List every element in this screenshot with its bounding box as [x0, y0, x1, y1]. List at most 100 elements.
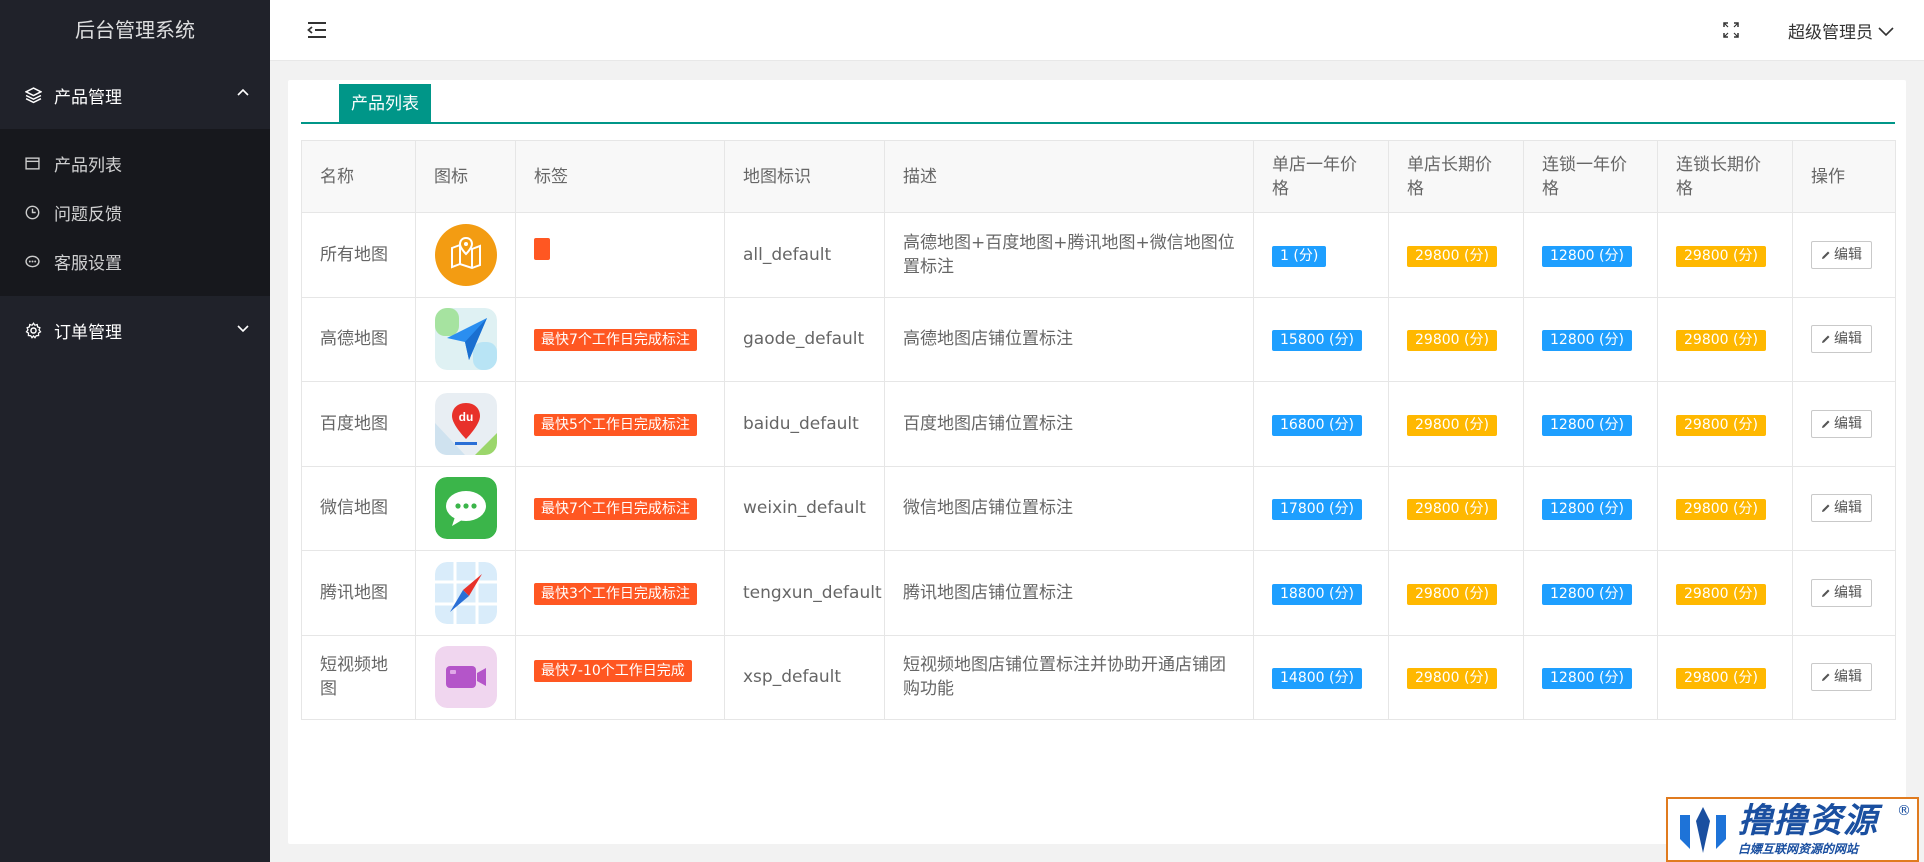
price-badge: 18800 (分) — [1272, 583, 1362, 605]
tag-label: 最快7个工作日完成标注 — [534, 329, 697, 352]
description: 微信地图店铺位置标注 — [884, 465, 1254, 551]
tag-label: 最快3个工作日完成标注 — [534, 582, 697, 605]
edit-button[interactable]: 编辑 — [1811, 663, 1872, 692]
video-icon — [434, 646, 497, 709]
description: 百度地图店铺位置标注 — [884, 381, 1254, 467]
menu-product-management[interactable]: 产品管理 — [0, 61, 270, 129]
price-badge: 17800 (分) — [1272, 499, 1362, 521]
table-row: 百度地图 du 最快5个工作日完成标注 baidu_default 百度地图店铺… — [301, 381, 1896, 467]
map-key: baidu_default — [724, 381, 885, 467]
sidebar-item-product-list[interactable]: 产品列表 — [0, 139, 270, 188]
sidebar-item-label: 客服设置 — [54, 254, 122, 274]
description: 腾讯地图店铺位置标注 — [884, 550, 1254, 636]
sidebar-item-feedback[interactable]: 问题反馈 — [0, 188, 270, 237]
price-badge: 12800 (分) — [1542, 583, 1632, 605]
price-badge: 29800 (分) — [1676, 414, 1766, 436]
edit-button[interactable]: 编辑 — [1811, 409, 1872, 438]
menu-order-management[interactable]: 订单管理 — [0, 296, 270, 364]
edit-label: 编辑 — [1834, 246, 1862, 263]
table-row: 高德地图 最快7个工作日完成标注 gaode_default 高德地图店铺位置标… — [301, 296, 1896, 382]
pencil-icon — [1822, 589, 1830, 597]
price-badge: 29800 (分) — [1676, 668, 1766, 690]
pencil-icon — [1822, 335, 1830, 344]
price-badge: 29800 (分) — [1407, 668, 1497, 690]
price-badge: 29800 (分) — [1407, 583, 1497, 605]
description: 高德地图+百度地图+腾讯地图+微信地图位置标注 — [884, 212, 1254, 298]
column-header: 名称 — [301, 140, 416, 213]
product-name: 所有地图 — [301, 212, 416, 298]
column-header: 连锁一年价格 — [1523, 140, 1658, 213]
table-row: 微信地图 最快7个工作日完成标注 weixin_default 微信地图店铺位置… — [301, 465, 1896, 551]
tag-empty — [534, 237, 550, 260]
collapse-menu-icon[interactable] — [306, 19, 328, 41]
price-badge: 29800 (分) — [1407, 414, 1497, 436]
fullscreen-icon[interactable] — [1722, 21, 1740, 39]
tab-bar: 产品列表 — [301, 84, 1895, 124]
price-badge: 12800 (分) — [1542, 245, 1632, 267]
tencent-icon — [434, 561, 497, 624]
column-header: 连锁长期价格 — [1657, 140, 1793, 213]
edit-label: 编辑 — [1834, 415, 1862, 432]
edit-button[interactable]: 编辑 — [1811, 240, 1872, 269]
submenu-product: 产品列表 问题反馈 客服设置 — [0, 129, 270, 296]
product-name: 百度地图 — [301, 381, 416, 467]
map-key: all_default — [724, 212, 885, 298]
watermark-logo: 撸撸资源 白嫖互联网资源的网站 ® — [1666, 797, 1919, 862]
content-card: 产品列表 名称 图标 标签 地图标识 描述 单店一年价格 单店长期价格 连锁一年… — [288, 80, 1906, 844]
column-header: 标签 — [515, 140, 725, 213]
sidebar-item-label: 问题反馈 — [54, 205, 122, 225]
table-row: 所有地图 all_default 高德地图+百度地图+腾讯地图+微信地图位置标注… — [301, 212, 1896, 298]
table-row: 短视频地图 最快7-10个工作日完成 xsp_default 短视频地图店铺位置… — [301, 634, 1896, 720]
sidebar-item-service-settings[interactable]: 客服设置 — [0, 237, 270, 286]
watermark-main-text: 撸撸资源 — [1738, 801, 1878, 841]
price-badge: 12800 (分) — [1542, 668, 1632, 690]
edit-button[interactable]: 编辑 — [1811, 325, 1872, 354]
map-key: gaode_default — [724, 296, 885, 382]
column-header: 地图标识 — [724, 140, 885, 213]
table-row: 腾讯地图 最快3个工作日完成标注 tengxun_default 腾讯地图店铺位… — [301, 550, 1896, 636]
edit-button[interactable]: 编辑 — [1811, 578, 1872, 607]
list-icon — [24, 156, 40, 172]
registered-mark: ® — [1897, 803, 1911, 819]
product-name: 微信地图 — [301, 465, 416, 551]
product-table: 名称 图标 标签 地图标识 描述 单店一年价格 单店长期价格 连锁一年价格 连锁… — [301, 140, 1896, 720]
menu-group-order: 订单管理 — [0, 296, 270, 364]
tag-label: 最快7-10个工作日完成 — [534, 659, 692, 682]
edit-label: 编辑 — [1834, 331, 1862, 348]
user-menu[interactable]: 超级管理员 — [1788, 18, 1895, 43]
gear-icon — [24, 321, 42, 339]
sidebar: 后台管理系统 产品管理 产品列表 问题反馈 客服设置 订单管理 — [0, 0, 270, 862]
edit-label: 编辑 — [1834, 669, 1862, 686]
pencil-icon — [1822, 251, 1830, 259]
product-name: 腾讯地图 — [301, 550, 416, 636]
price-badge: 29800 (分) — [1676, 330, 1766, 352]
gaode-icon — [434, 308, 497, 371]
wechat-icon — [434, 477, 497, 540]
column-header: 图标 — [415, 140, 516, 213]
tab-product-list[interactable]: 产品列表 — [339, 84, 431, 124]
map-key: tengxun_default — [724, 550, 885, 636]
price-badge: 29800 (分) — [1407, 499, 1497, 521]
price-badge: 16800 (分) — [1272, 414, 1362, 436]
price-badge: 29800 (分) — [1676, 499, 1766, 521]
edit-button[interactable]: 编辑 — [1811, 494, 1872, 523]
chat-icon — [24, 254, 40, 270]
menu-order-label: 订单管理 — [54, 322, 122, 343]
menu-product-label: 产品管理 — [54, 87, 122, 108]
price-badge: 29800 (分) — [1407, 330, 1497, 352]
column-header: 单店一年价格 — [1253, 140, 1389, 213]
baidu-icon: du — [434, 392, 497, 455]
sidebar-item-label: 产品列表 — [54, 156, 122, 176]
chevron-up-icon — [236, 85, 250, 105]
price-badge: 15800 (分) — [1272, 330, 1362, 352]
edit-label: 编辑 — [1834, 584, 1862, 601]
map-key: weixin_default — [724, 465, 885, 551]
watermark-sub-text: 白嫖互联网资源的网站 — [1738, 842, 1859, 856]
product-name: 高德地图 — [301, 296, 416, 382]
product-name: 短视频地图 — [301, 634, 416, 720]
tag-label: 最快5个工作日完成标注 — [534, 413, 697, 436]
pencil-icon — [1822, 673, 1830, 682]
price-badge: 14800 (分) — [1272, 668, 1362, 690]
price-badge: 12800 (分) — [1542, 414, 1632, 436]
description: 高德地图店铺位置标注 — [884, 296, 1254, 382]
